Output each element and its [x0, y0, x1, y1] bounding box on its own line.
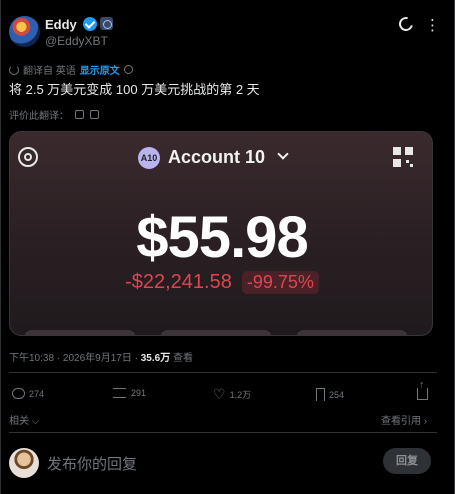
reply-icon [12, 388, 25, 399]
related-dropdown[interactable]: 相关 ⌵ [9, 412, 39, 427]
rate-translation: 评价此翻译： [9, 107, 99, 122]
tweet-meta: 下午10:38 · 2026年9月17日 · 35.6万 查看 [9, 349, 193, 364]
translation-label: 翻译自 英语 [23, 66, 76, 77]
wallet-card-image[interactable]: A10 Account 10 $55.98 -$22,241.58 -99.75… [9, 131, 433, 336]
views-count: 35.6万 [140, 353, 171, 364]
show-original-link[interactable]: 显示原文 [80, 62, 120, 77]
views-label: 查看 [170, 353, 193, 364]
tweet-timestamp[interactable]: 下午10:38 · 2026年9月17日 · [9, 353, 141, 364]
repost-icon [112, 388, 127, 398]
balance-value: $55.98 [136, 205, 308, 270]
reply-action[interactable]: 274 [12, 388, 44, 399]
tweet-header: Eddy @EddyXBT ⋮ [9, 14, 440, 50]
bookmark-action[interactable]: 254 [316, 388, 344, 401]
author-avatar[interactable] [9, 16, 40, 47]
account-badge: A10 [138, 147, 160, 169]
card-action-button [24, 330, 136, 335]
view-quotes-link[interactable]: 查看引用 › [381, 412, 427, 427]
thumbs-down-icon[interactable] [90, 110, 99, 119]
more-options-icon[interactable]: ⋮ [425, 16, 440, 34]
settings-gear-icon [18, 147, 38, 167]
pnl-percent: -99.75% [241, 271, 319, 294]
bookmark-icon [316, 388, 325, 401]
grok-icon[interactable] [396, 14, 416, 34]
pnl-row: -$22,241.58 -99.75% [10, 271, 432, 294]
repost-action[interactable]: 291 [112, 388, 146, 398]
verified-icon [83, 17, 97, 31]
rate-translation-label: 评价此翻译： [9, 111, 69, 122]
repost-count: 291 [131, 388, 147, 398]
translation-notice: 翻译自 英语 显示原文 [9, 62, 133, 77]
tweet-text: 将 2.5 万美元变成 100 万美元挑战的第 2 天 [9, 82, 260, 97]
card-action-button [296, 330, 408, 335]
pnl-amount: -$22,241.58 [125, 271, 232, 293]
card-action-button [160, 330, 272, 335]
translate-icon [9, 64, 19, 75]
reply-count: 274 [29, 388, 45, 399]
author-name[interactable]: Eddy [45, 17, 77, 32]
action-bar: 274 291 ♡ 1.2万 254 [9, 379, 437, 404]
like-count: 1.2万 [229, 390, 252, 400]
author-handle[interactable]: @EddyXBT [45, 34, 108, 48]
reply-input[interactable]: 发布你的回复 [47, 453, 137, 474]
share-action[interactable] [417, 379, 428, 400]
account-name: Account 10 [168, 147, 266, 167]
qr-code-icon [393, 147, 413, 167]
thumbs-up-icon[interactable] [75, 110, 84, 119]
view-quotes-label: 查看引用 [381, 416, 421, 427]
divider [9, 372, 437, 373]
related-label: 相关 [9, 416, 29, 427]
like-action[interactable]: ♡ 1.2万 [213, 386, 252, 402]
chevron-down-icon [277, 148, 289, 160]
bookmark-count: 254 [329, 389, 345, 400]
divider [9, 432, 437, 433]
translation-settings-icon[interactable] [123, 65, 133, 74]
heart-icon: ♡ [213, 386, 226, 402]
share-icon [417, 379, 428, 400]
affiliate-badge-icon[interactable] [100, 17, 113, 30]
left-border [0, 0, 1, 494]
user-avatar[interactable] [9, 448, 39, 478]
reply-button[interactable]: 回复 [383, 448, 431, 474]
